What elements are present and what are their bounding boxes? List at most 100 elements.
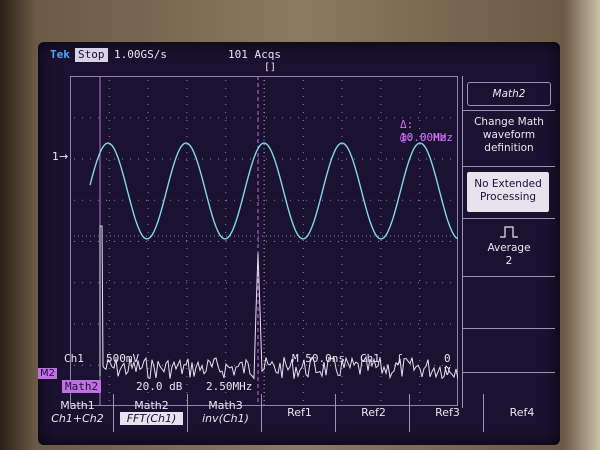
grid-dot [108,216,110,217]
grid-dot [380,200,382,201]
grid-dot [170,323,171,325]
grid-dot [302,256,304,257]
grid-dot [290,199,291,201]
grid-dot [338,282,339,284]
grid-dot [74,117,75,119]
grid-dot [380,80,382,81]
grid-dot [302,128,304,129]
grid-dot [258,199,259,201]
grid-dot [162,241,163,242]
side-divider [463,372,555,373]
grid-dot [194,117,195,119]
grid-dot [108,280,110,281]
extended-line-2: Processing [479,191,537,203]
grid-dot [186,128,188,129]
grid-dot [162,117,163,119]
average-label: Average [487,242,531,254]
grid-dot [341,208,343,209]
grid-dot [186,336,188,337]
ref2-button[interactable]: Ref2 [338,394,410,432]
no-extended-processing-button[interactable]: No Extended Processing [467,172,549,212]
grid-dot [186,152,188,153]
grid-dot [402,282,403,284]
ref4-button[interactable]: Ref4 [486,394,558,432]
grid-dot [370,323,371,325]
grid-dot [170,117,171,119]
grid-dot [302,264,304,265]
grid-dot [362,241,363,242]
change-math-definition-button[interactable]: Change Math waveform definition [465,116,553,155]
math3-button[interactable]: Math3 inv(Ch1) [190,394,262,432]
grid-dot [218,158,219,160]
grid-dot [298,158,299,160]
grid-dot [378,117,379,119]
grid-dot [218,117,219,119]
grid-dot [386,282,387,284]
grid-dot [138,199,139,201]
grid-dot [74,282,75,284]
grid-dot [341,160,343,161]
grid-dot [380,320,382,321]
math1-button[interactable]: Math1 Ch1+Ch2 [42,394,114,432]
grid-dot [186,288,188,289]
grid-dot [225,304,227,305]
grid-dot [378,323,379,325]
grid-dot [298,241,299,242]
ref3-button[interactable]: Ref3 [412,394,484,432]
grid-dot [226,199,227,201]
grid-dot [122,158,123,160]
grid-dot [186,112,188,113]
grid-dot [210,323,211,325]
grid-dot [419,232,421,233]
grid-dot [442,241,443,242]
trigger-slope-icon: ʃ [396,352,403,365]
grid-dot [274,117,275,119]
grid-dot [138,241,139,242]
grid-dot [74,241,75,242]
grid-dot [302,232,304,233]
grid-dot [186,184,188,185]
grid-dot [90,117,91,119]
grid-dot [341,336,343,337]
ref1-button[interactable]: Ref1 [264,394,336,432]
grid-dot [186,144,188,145]
extended-line-1: No Extended [474,178,542,190]
grid-dot [378,241,379,242]
grid-dot [341,216,343,217]
grid-dot [147,272,149,273]
grid-dot [341,152,343,153]
grid-dot [419,200,421,201]
grid-dot [380,168,382,169]
grid-dot [341,96,343,97]
grid-dot [147,136,149,137]
grid-dot [380,240,382,241]
grid-dot [225,136,227,137]
grid-dot [394,117,395,119]
grid-dot [146,199,147,201]
grid-dot [108,312,110,313]
grid-dot [419,224,421,225]
grid-dot [330,282,331,284]
grid-dot [266,199,267,201]
math2-button[interactable]: Math2 FFT(Ch1) [116,394,188,432]
grid-dot [419,288,421,289]
grid-dot [186,160,188,161]
grid-dot [338,117,339,119]
grid-dot [178,323,179,325]
grid-dot [418,158,419,160]
grid-dot [380,280,382,281]
grid-dot [225,104,227,105]
grid-dot [226,117,227,119]
grid-dot [282,323,283,325]
grid-dot [106,158,107,160]
grid-dot [225,128,227,129]
grid-dot [225,176,227,177]
average-button[interactable]: Average 2 [465,242,553,268]
grid-dot [386,117,387,119]
grid-dot [225,120,227,121]
grid-dot [178,282,179,284]
grid-dot [341,304,343,305]
grid-dot [434,199,435,201]
grid-dot [138,282,139,284]
grid-dot [154,323,155,325]
